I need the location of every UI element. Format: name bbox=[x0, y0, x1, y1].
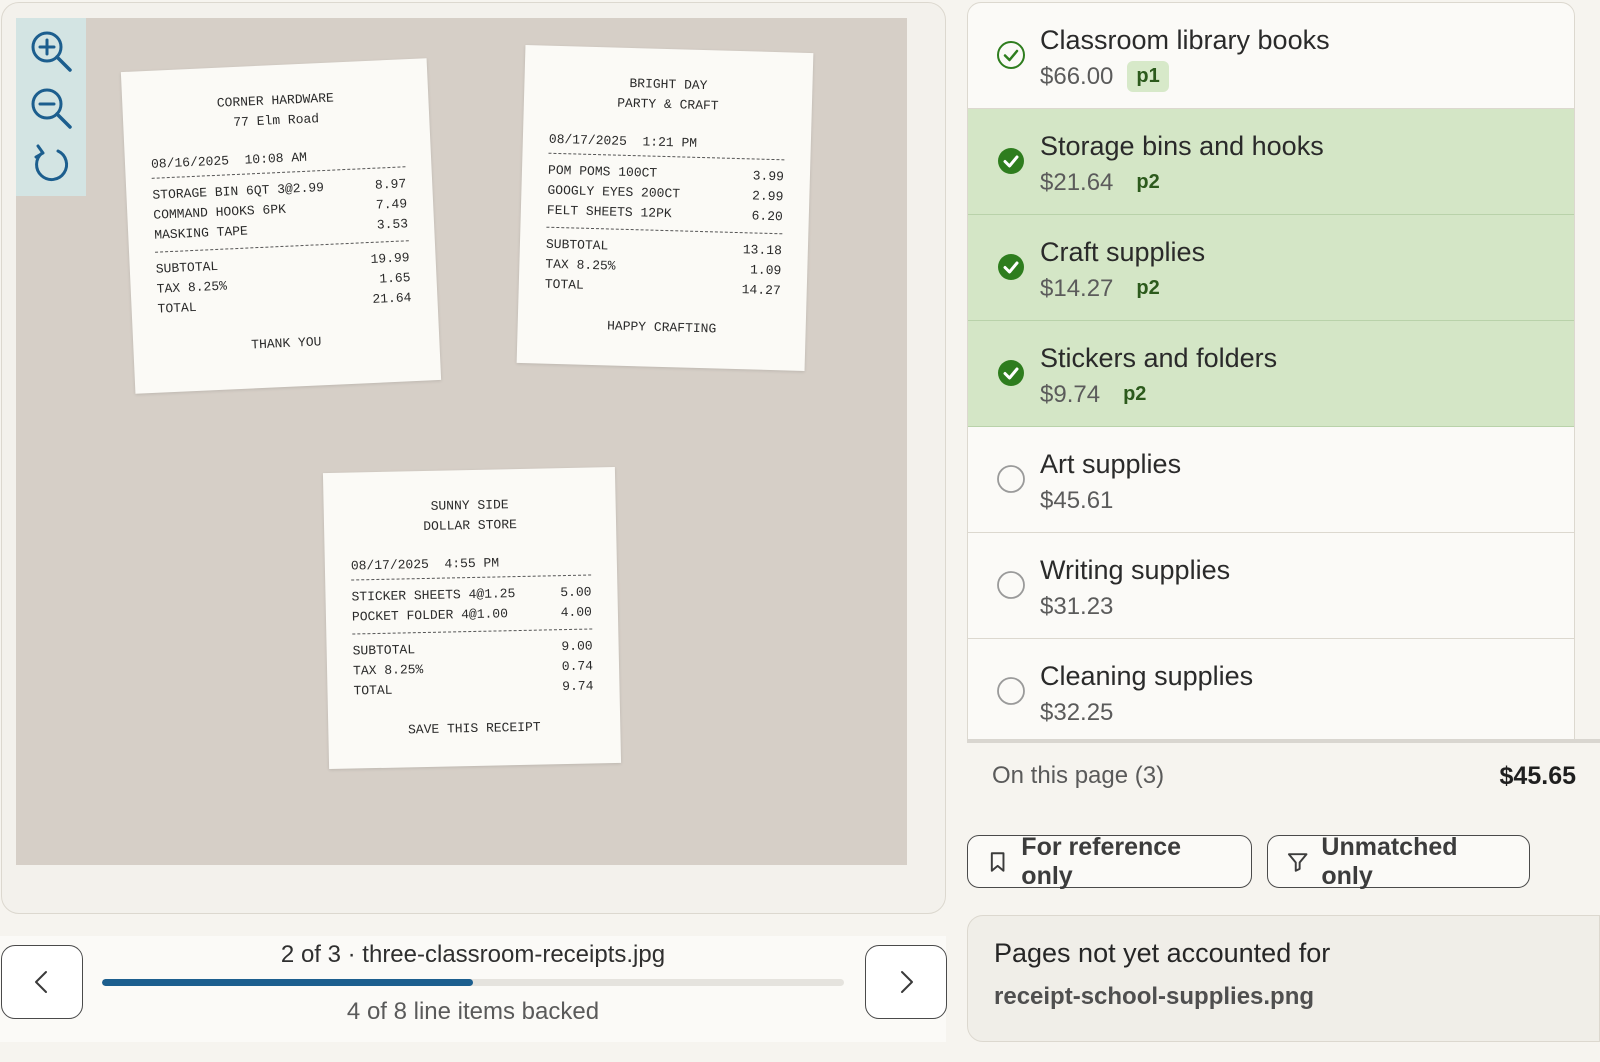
line-item-name: Craft supplies bbox=[1040, 237, 1206, 267]
line-item-price: $32.25 bbox=[1040, 699, 1113, 727]
progress-bar-fill bbox=[102, 979, 473, 986]
progress-label: 4 of 8 line items backed bbox=[346, 998, 600, 1025]
receipt-header: BRIGHT DAY PARTY & CRAFT bbox=[550, 72, 787, 119]
unmatched-only-label: Unmatched only bbox=[1321, 832, 1458, 890]
line-item-price: $9.74 p2 bbox=[1040, 381, 1155, 412]
line-item-row[interactable]: Cleaning supplies $32.25 bbox=[968, 639, 1574, 739]
line-item-name: Writing supplies bbox=[1040, 555, 1231, 585]
unmatched-only-button[interactable]: Unmatched only bbox=[1267, 832, 1530, 890]
line-item-amount: $45.61 bbox=[1040, 487, 1114, 514]
pending-page-file-link[interactable]: receipt-school-supplies.png bbox=[994, 983, 1573, 1011]
reference-only-button[interactable]: For reference only bbox=[967, 832, 1252, 890]
check-circle-filled-icon[interactable] bbox=[996, 358, 1026, 388]
chevron-right-icon bbox=[901, 971, 913, 993]
receipt-image-canvas[interactable]: CORNER HARDWARE 77 Elm Road 08/16/2025 1… bbox=[16, 18, 907, 865]
reference-only-label: For reference only bbox=[1021, 832, 1182, 890]
page-summary-label: On this page (3) bbox=[992, 762, 1165, 789]
receipt-footer: HAPPY CRAFTING bbox=[606, 318, 717, 337]
receipt-line: POCKET FOLDER 4@1.00 4.00 bbox=[351, 604, 593, 625]
receipt-datetime: 08/17/2025 4:55 PM bbox=[350, 555, 500, 574]
chevron-left-icon bbox=[35, 971, 47, 993]
line-item-price: $45.61 bbox=[1040, 487, 1113, 515]
receipt-viewer: CORNER HARDWARE 77 Elm Road 08/16/2025 1… bbox=[1, 2, 946, 914]
receipt-sunny-side: SUNNY SIDE DOLLAR STORE 08/17/2025 4:55 … bbox=[322, 466, 622, 770]
check-circle-filled-icon[interactable] bbox=[996, 252, 1026, 282]
pending-pages-panel: Pages not yet accounted for receipt-scho… bbox=[967, 915, 1600, 1042]
receipt-datetime: 08/17/2025 1:21 PM bbox=[548, 131, 698, 151]
previous-page-button[interactable] bbox=[1, 945, 83, 1019]
empty-circle-icon[interactable] bbox=[996, 570, 1026, 600]
line-item-amount: $14.27 bbox=[1040, 275, 1114, 302]
line-item-name: Classroom library books bbox=[1040, 25, 1330, 55]
page-summary-total: $45.65 bbox=[1499, 762, 1576, 790]
check-circle-outline-icon[interactable] bbox=[996, 40, 1026, 70]
empty-circle-icon[interactable] bbox=[996, 676, 1026, 706]
line-item-row[interactable]: Stickers and folders $9.74 p2 bbox=[968, 321, 1574, 427]
line-item-row[interactable]: Classroom library books $66.00 p1 bbox=[968, 3, 1574, 109]
line-item-name: Storage bins and hooks bbox=[1040, 131, 1324, 161]
receipt-divider bbox=[351, 574, 592, 581]
zoom-in-button[interactable] bbox=[27, 28, 75, 74]
receipt-header: CORNER HARDWARE 77 Elm Road bbox=[148, 85, 404, 136]
line-item-price: $14.27 p2 bbox=[1040, 275, 1169, 306]
zoom-out-icon bbox=[31, 88, 72, 129]
rotate-button[interactable] bbox=[27, 142, 75, 188]
check-circle-filled-icon[interactable] bbox=[996, 146, 1026, 176]
receipt-corner-hardware: CORNER HARDWARE 77 Elm Road 08/16/2025 1… bbox=[120, 58, 442, 394]
progress-bar bbox=[102, 979, 844, 986]
line-item-name: Art supplies bbox=[1040, 449, 1182, 479]
receipt-footer: THANK YOU bbox=[250, 334, 322, 353]
line-item-row[interactable]: Art supplies $45.61 bbox=[968, 427, 1574, 533]
rotate-icon bbox=[34, 144, 69, 181]
bookmark-icon bbox=[990, 851, 1005, 872]
line-item-amount: $21.64 bbox=[1040, 169, 1114, 196]
zoom-out-button[interactable] bbox=[27, 85, 75, 131]
line-item-price: $21.64 p2 bbox=[1040, 169, 1169, 200]
line-item-amount: $32.25 bbox=[1040, 699, 1114, 726]
page-badge: p2 bbox=[1136, 171, 1160, 193]
page-badge: p2 bbox=[1123, 383, 1147, 405]
receipt-total: TOTAL 9.74 bbox=[353, 678, 594, 699]
next-page-button[interactable] bbox=[865, 945, 947, 1019]
line-item-list[interactable]: Classroom library books $66.00 p1 Storage b… bbox=[967, 2, 1575, 740]
page-badge: p2 bbox=[1136, 277, 1160, 299]
receipt-header: SUNNY SIDE DOLLAR STORE bbox=[349, 494, 590, 539]
receipt-divider bbox=[548, 152, 785, 161]
line-item-name: Stickers and folders bbox=[1040, 343, 1278, 373]
receipt-footer: SAVE THIS RECEIPT bbox=[407, 719, 541, 738]
line-item-amount: $66.00 bbox=[1040, 63, 1114, 90]
receipt-store-name-line2: DOLLAR STORE bbox=[423, 517, 518, 534]
page-navigator: 2 of 3 · three-classroom-receipts.jpg 4 … bbox=[0, 936, 947, 1042]
page-title: 2 of 3 · three-classroom-receipts.jpg bbox=[280, 941, 666, 968]
page-badge: p1 bbox=[1127, 61, 1169, 92]
line-item-amount: $31.23 bbox=[1040, 593, 1114, 620]
receipt-bright-day: BRIGHT DAY PARTY & CRAFT 08/17/2025 1:21… bbox=[516, 45, 814, 371]
line-item-row[interactable]: Craft supplies $14.27 p2 bbox=[968, 215, 1574, 321]
line-item-price: $66.00 p1 bbox=[1040, 61, 1169, 94]
list-scrollbar[interactable] bbox=[967, 739, 1600, 743]
receipt-divider bbox=[546, 226, 783, 235]
zoom-toolbar bbox=[16, 18, 86, 196]
receipt-divider bbox=[352, 628, 593, 635]
pending-pages-title: Pages not yet accounted for bbox=[994, 938, 1331, 968]
line-item-amount: $9.74 bbox=[1040, 381, 1101, 408]
filter-icon bbox=[1287, 852, 1308, 872]
line-item-row[interactable]: Storage bins and hooks $21.64 p2 bbox=[968, 109, 1574, 215]
page-summary: On this page (3) $45.65 bbox=[992, 762, 1576, 791]
line-item-price: $31.23 bbox=[1040, 593, 1113, 621]
line-item-row[interactable]: Writing supplies $31.23 bbox=[968, 533, 1574, 639]
zoom-in-icon bbox=[31, 31, 72, 72]
line-item-name: Cleaning supplies bbox=[1040, 661, 1254, 691]
empty-circle-icon[interactable] bbox=[996, 464, 1026, 494]
